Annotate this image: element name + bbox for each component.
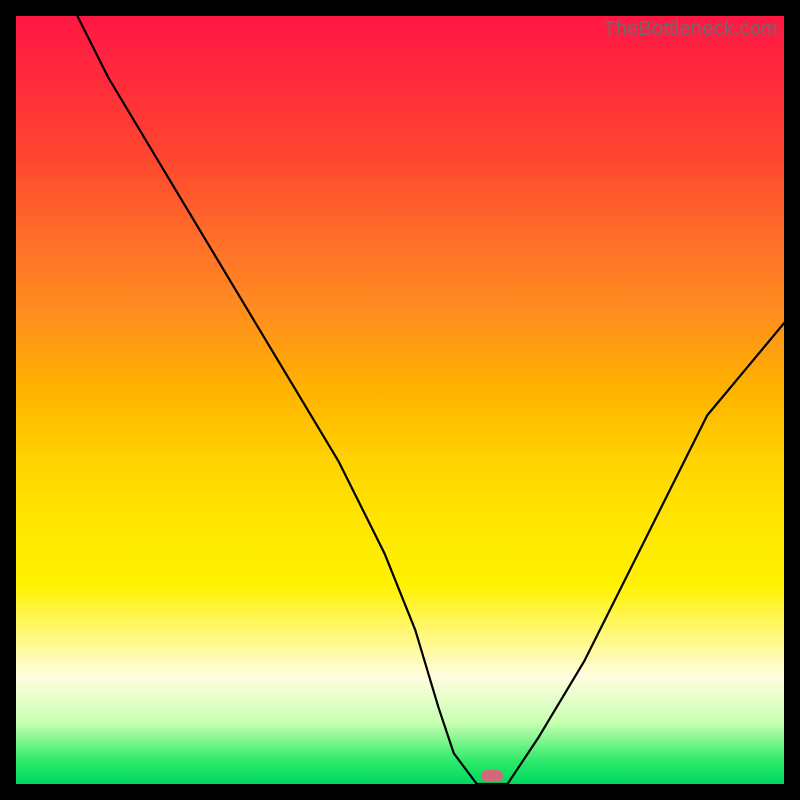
chart-frame bbox=[0, 0, 800, 800]
